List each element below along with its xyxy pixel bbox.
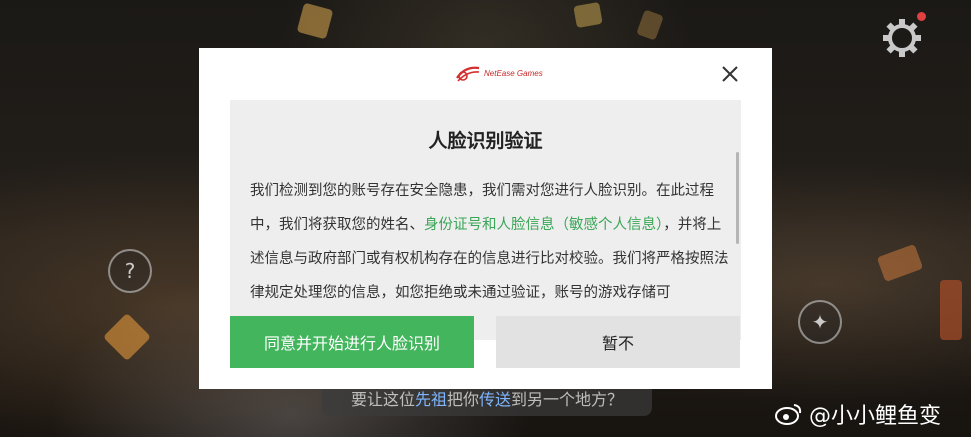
face-verification-dialog: NetEase Games 人脸识别验证 我们检测到您的账号存在安全隐患，我们需… xyxy=(199,48,772,389)
close-icon xyxy=(722,66,738,82)
netease-logo: NetEase Games xyxy=(455,64,543,84)
notification-dot xyxy=(917,12,926,21)
lantern-glow xyxy=(940,280,962,340)
question-icon: ? xyxy=(124,259,136,283)
scrollbar[interactable] xyxy=(736,152,739,244)
close-button[interactable] xyxy=(719,63,741,85)
dialog-body-text: 我们检测到您的账号存在安全隐患，我们需对您进行人脸识别。在此过程中，我们将获取您… xyxy=(250,183,729,301)
dialog-title: 人脸识别验证 xyxy=(428,130,543,152)
weibo-icon xyxy=(775,404,802,425)
dialog-content-panel[interactable]: 人脸识别验证 我们检测到您的账号存在安全隐患，我们需对您进行人脸识别。在此过程中… xyxy=(230,100,741,340)
star-button[interactable]: ✦ xyxy=(798,300,842,344)
agree-face-verification-button[interactable]: 同意并开始进行人脸识别 xyxy=(230,316,474,368)
lantern-glow xyxy=(573,1,603,29)
sensitive-info-highlight: 身份证号和人脸信息（敏感个人信息） xyxy=(424,217,664,233)
netease-logo-icon xyxy=(456,66,480,82)
watermark: @小小鲤鱼变 xyxy=(775,398,941,430)
star-icon: ✦ xyxy=(811,310,829,334)
gear-icon[interactable] xyxy=(880,16,924,60)
not-now-button[interactable]: 暂不 xyxy=(496,316,740,368)
help-button[interactable]: ? xyxy=(108,249,152,293)
